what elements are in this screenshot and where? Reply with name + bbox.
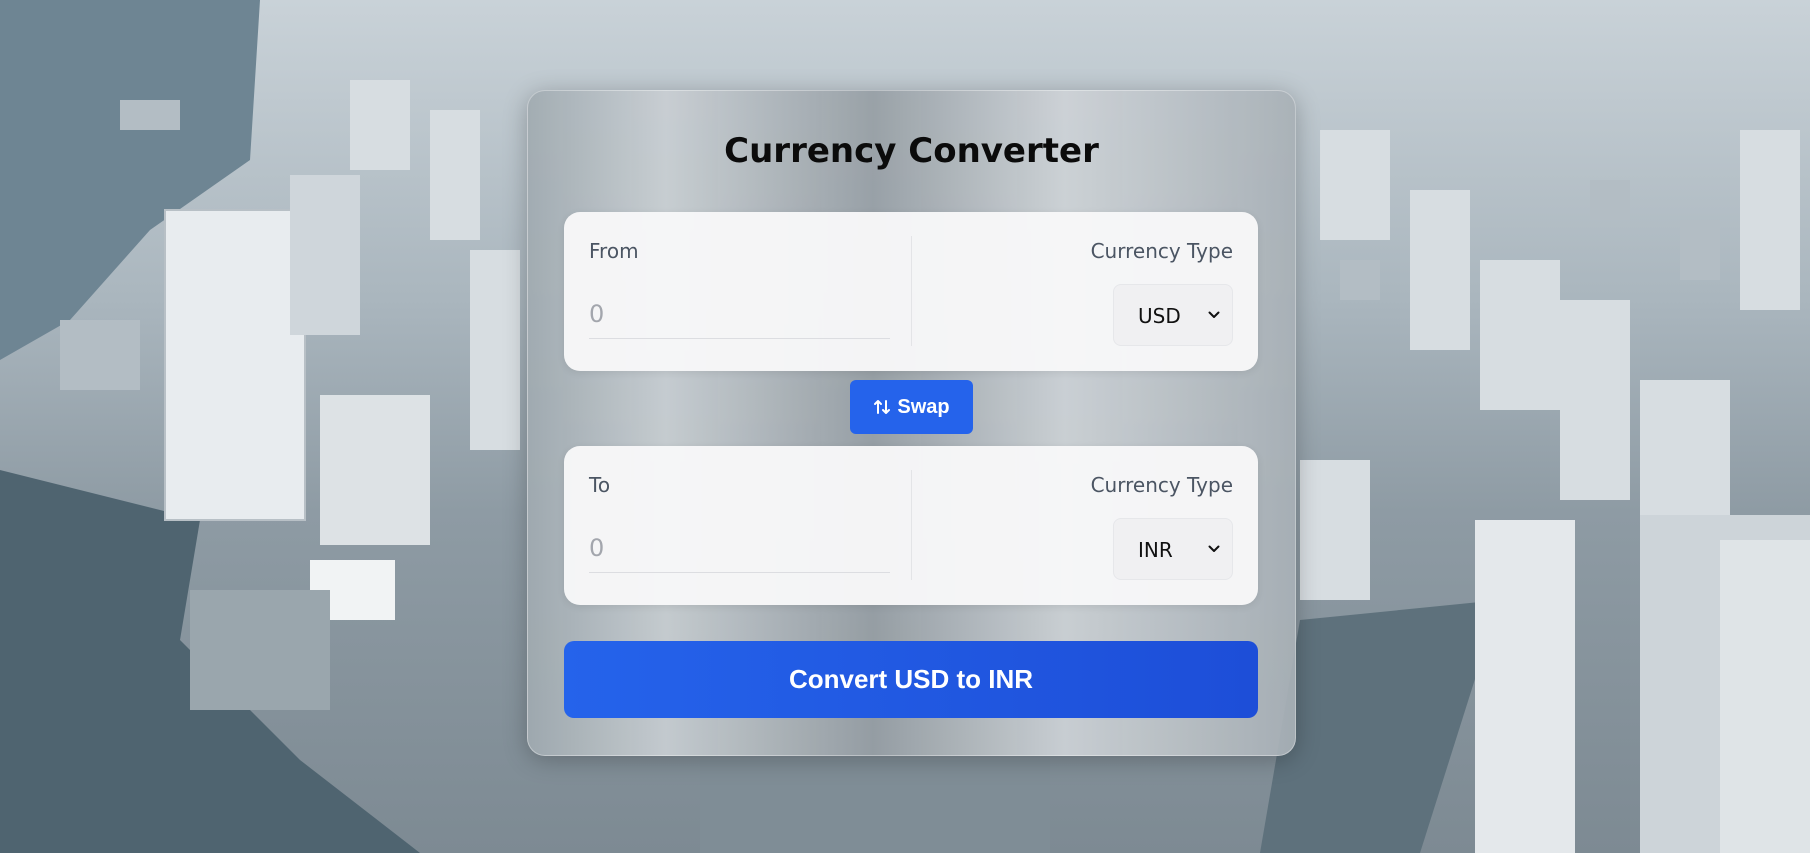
from-label: From: [589, 239, 639, 263]
convert-button[interactable]: Convert USD to INR: [564, 641, 1258, 718]
from-amount-input[interactable]: [589, 290, 890, 339]
to-label: To: [589, 473, 611, 497]
to-currency-select[interactable]: INR: [1113, 518, 1233, 580]
from-currency-type-label: Currency Type: [1090, 239, 1233, 263]
to-divider: [911, 470, 912, 580]
chevron-down-icon: [1208, 311, 1220, 318]
to-currency-value: INR: [1138, 538, 1173, 562]
from-currency-select[interactable]: USD: [1113, 284, 1233, 346]
from-currency-value: USD: [1138, 304, 1181, 328]
swap-label: Swap: [897, 395, 950, 418]
swap-arrows-icon: [874, 400, 891, 414]
converter-card: Currency Converter From Currency Type US…: [527, 90, 1296, 756]
page-title: Currency Converter: [724, 131, 1099, 171]
from-panel: From Currency Type USD: [564, 212, 1258, 371]
from-divider: [911, 236, 912, 346]
swap-button[interactable]: Swap: [850, 380, 973, 434]
to-amount-input[interactable]: [589, 524, 890, 573]
to-panel: To Currency Type INR: [564, 446, 1258, 605]
to-currency-type-label: Currency Type: [1090, 473, 1233, 497]
chevron-down-icon: [1208, 545, 1220, 552]
